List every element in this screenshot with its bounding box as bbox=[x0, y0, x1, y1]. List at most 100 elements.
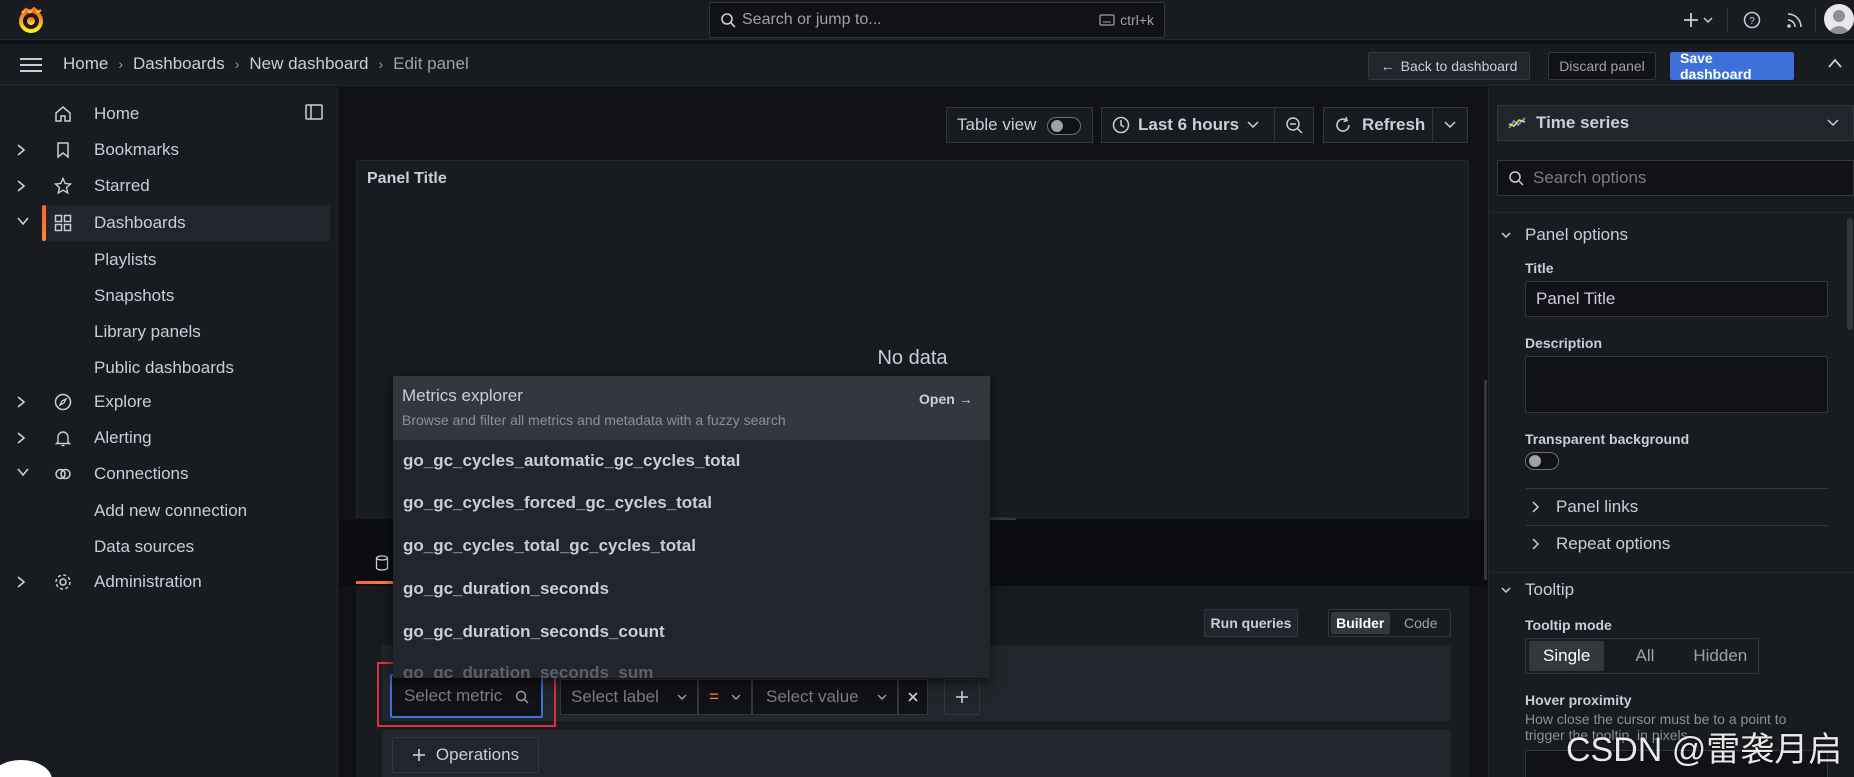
chevron-down-icon bbox=[677, 694, 687, 701]
visualization-picker[interactable]: Time series bbox=[1497, 105, 1854, 141]
keyboard-icon bbox=[1099, 14, 1115, 26]
chevron-up-icon[interactable] bbox=[1828, 58, 1842, 68]
bell-icon bbox=[54, 429, 72, 447]
rss-icon[interactable] bbox=[1786, 11, 1804, 29]
chevron-right-icon[interactable] bbox=[16, 395, 26, 409]
transparent-background-switch[interactable] bbox=[1525, 452, 1559, 470]
transparent-background-label: Transparent background bbox=[1525, 431, 1690, 447]
add-new-button[interactable] bbox=[1683, 11, 1717, 29]
table-view-switch[interactable] bbox=[1047, 117, 1081, 135]
shortcut-label: ctrl+k bbox=[1120, 12, 1154, 28]
options-search-input[interactable]: Search options bbox=[1497, 160, 1854, 196]
search-bar[interactable]: Search or jump to... ctrl+k bbox=[709, 2, 1165, 38]
sidebar-item-dashboards[interactable]: Dashboards bbox=[17, 205, 330, 241]
chevron-right-icon[interactable] bbox=[16, 143, 26, 157]
metric-option[interactable]: go_gc_duration_seconds_sum bbox=[403, 663, 653, 678]
time-range-picker[interactable]: Last 6 hours bbox=[1101, 107, 1275, 143]
back-to-dashboard-button[interactable]: ← Back to dashboard bbox=[1368, 52, 1530, 80]
sidebar-item-label: Home bbox=[94, 104, 140, 123]
breadcrumb-dashboards[interactable]: Dashboards bbox=[133, 54, 225, 74]
refresh-interval-dropdown[interactable] bbox=[1432, 107, 1468, 143]
description-textarea[interactable] bbox=[1525, 356, 1828, 413]
sidebar-subitem-label: Snapshots bbox=[94, 286, 175, 305]
sidebar-item-starred[interactable]: Starred bbox=[0, 168, 330, 204]
grafana-logo-icon[interactable] bbox=[18, 7, 44, 33]
tooltip-mode-hidden[interactable]: Hidden bbox=[1683, 646, 1758, 666]
divider bbox=[1526, 488, 1828, 489]
breadcrumb-home[interactable]: Home bbox=[63, 54, 108, 74]
chevron-right-icon[interactable] bbox=[16, 179, 26, 193]
chevron-down-icon[interactable] bbox=[16, 216, 30, 226]
sidebar-subitem-playlists[interactable]: Playlists bbox=[0, 241, 330, 277]
sidebar-subitem-public-dashboards[interactable]: Public dashboards bbox=[0, 349, 330, 385]
options-search-placeholder: Search options bbox=[1533, 168, 1647, 187]
section-title: Panel options bbox=[1525, 225, 1629, 244]
label-select[interactable]: Select label bbox=[560, 679, 698, 715]
panel-title-input[interactable]: Panel Title bbox=[1525, 281, 1828, 317]
remove-filter-button[interactable] bbox=[898, 679, 928, 715]
divider bbox=[1526, 525, 1828, 526]
description-label: Description bbox=[1525, 335, 1603, 351]
table-view-toggle[interactable]: Table view bbox=[946, 107, 1093, 143]
zoom-out-button[interactable] bbox=[1274, 107, 1314, 143]
sidebar-item-home[interactable]: Home bbox=[0, 96, 330, 132]
operations-label: Operations bbox=[435, 745, 520, 764]
breadcrumb-new-dashboard[interactable]: New dashboard bbox=[249, 54, 368, 74]
sidebar-item-alerting[interactable]: Alerting bbox=[0, 420, 330, 456]
watermark: CSDN @雷袭月启 bbox=[1566, 731, 1843, 769]
tooltip-mode-all[interactable]: All bbox=[1607, 646, 1682, 666]
help-icon[interactable]: ? bbox=[1743, 11, 1761, 29]
sidebar-subitem-library-panels[interactable]: Library panels bbox=[0, 313, 330, 349]
value-select[interactable]: Select value bbox=[752, 679, 898, 715]
menu-toggle-icon[interactable] bbox=[20, 56, 42, 74]
tooltip-mode-single[interactable]: Single bbox=[1529, 641, 1605, 671]
cog-icon bbox=[54, 573, 72, 591]
user-avatar[interactable] bbox=[1824, 4, 1854, 34]
builder-mode-button[interactable]: Builder bbox=[1331, 612, 1390, 634]
metric-option[interactable]: go_gc_cycles_total_gc_cycles_total bbox=[403, 536, 696, 556]
chevron-down-icon[interactable] bbox=[16, 467, 30, 477]
code-mode-button[interactable]: Code bbox=[1392, 610, 1451, 636]
sidebar-item-label: Connections bbox=[94, 464, 189, 483]
editor-mode-toggle: Builder Code bbox=[1328, 609, 1451, 637]
divider bbox=[1488, 572, 1854, 573]
sidebar-item-administration[interactable]: Administration bbox=[0, 564, 330, 600]
add-filter-button[interactable] bbox=[944, 679, 980, 715]
sidebar-subitem-add-new-connection[interactable]: Add new connection bbox=[0, 492, 330, 528]
main-scrollbar[interactable] bbox=[1484, 380, 1487, 580]
breadcrumb: Home › Dashboards › New dashboard › Edit… bbox=[63, 54, 469, 74]
panel-title[interactable]: Panel Title bbox=[367, 170, 447, 188]
chevron-right-icon[interactable] bbox=[16, 575, 26, 589]
time-series-icon bbox=[1508, 116, 1526, 130]
run-queries-button[interactable]: Run queries bbox=[1204, 609, 1298, 637]
sidebar-subitem-label: Playlists bbox=[94, 250, 157, 269]
sidebar-item-connections[interactable]: Connections bbox=[0, 456, 330, 492]
metrics-explorer-header[interactable]: Metrics explorer Browse and filter all m… bbox=[393, 376, 990, 440]
metric-option[interactable]: go_gc_duration_seconds_count bbox=[403, 622, 665, 642]
sidebar-subitem-data-sources[interactable]: Data sources bbox=[0, 528, 330, 564]
chevron-right-icon[interactable] bbox=[16, 431, 26, 445]
metric-option[interactable]: go_gc_cycles_forced_gc_cycles_total bbox=[403, 493, 712, 513]
divider bbox=[1488, 212, 1854, 213]
sidebar-item-label: Bookmarks bbox=[94, 140, 180, 159]
sidebar-item-label: Starred bbox=[94, 176, 150, 195]
options-scrollbar[interactable] bbox=[1847, 218, 1853, 330]
sidebar-subitem-snapshots[interactable]: Snapshots bbox=[0, 277, 330, 313]
operator-select[interactable]: = bbox=[698, 679, 752, 715]
metric-option[interactable]: go_gc_duration_seconds bbox=[403, 579, 609, 599]
database-icon[interactable] bbox=[375, 555, 389, 571]
refresh-button[interactable]: Refresh bbox=[1323, 107, 1433, 143]
metric-option[interactable]: go_gc_cycles_automatic_gc_cycles_total bbox=[403, 451, 740, 471]
zoom-out-icon bbox=[1285, 116, 1303, 134]
sidebar-item-explore[interactable]: Explore bbox=[0, 384, 330, 420]
save-dashboard-button[interactable]: Save dashboard bbox=[1670, 50, 1794, 82]
chevron-down-icon bbox=[877, 694, 887, 701]
sidebar-item-bookmarks[interactable]: Bookmarks bbox=[0, 132, 330, 168]
chevron-right-icon bbox=[1532, 501, 1540, 513]
open-metrics-explorer-button[interactable]: Open → bbox=[919, 391, 973, 407]
search-icon bbox=[720, 12, 736, 28]
tooltip-mode-label: Tooltip mode bbox=[1525, 617, 1612, 633]
operations-button[interactable]: Operations bbox=[392, 737, 539, 773]
chevron-down-icon bbox=[1501, 587, 1511, 594]
discard-panel-button[interactable]: Discard panel bbox=[1548, 52, 1656, 80]
